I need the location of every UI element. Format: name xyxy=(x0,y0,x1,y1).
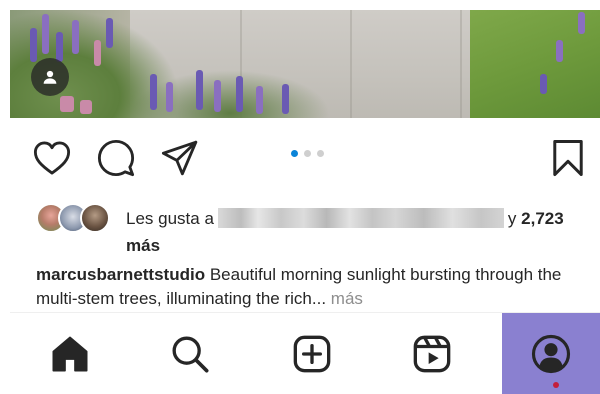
post-photo[interactable] xyxy=(10,10,600,118)
photo-flower xyxy=(42,14,49,54)
photo-flower xyxy=(72,20,79,54)
carousel-dot xyxy=(317,150,324,157)
comment-icon xyxy=(97,139,135,177)
photo-detail xyxy=(460,10,462,118)
person-icon xyxy=(43,70,57,84)
carousel-dot xyxy=(304,150,311,157)
photo-flower xyxy=(80,100,92,114)
photo-flower xyxy=(94,40,101,66)
photo-flower xyxy=(540,74,547,94)
post-caption: marcusbarnettstudio Beautiful morning su… xyxy=(36,263,596,311)
liker-avatars[interactable] xyxy=(36,203,116,235)
likes-summary[interactable]: Les gusta a y 2,723 xyxy=(126,208,564,230)
photo-flower xyxy=(196,70,203,110)
carousel-indicator xyxy=(291,150,324,157)
comment-button[interactable] xyxy=(96,138,136,178)
avatar xyxy=(80,203,110,233)
post-frame: Les gusta a y 2,723 más marcusbarnettstud… xyxy=(10,10,600,394)
search-icon xyxy=(172,336,209,373)
likes-prefix: Les gusta a xyxy=(126,209,214,228)
tab-home[interactable] xyxy=(20,313,120,394)
photo-flower xyxy=(214,80,221,112)
send-icon xyxy=(161,140,198,176)
like-button[interactable] xyxy=(32,138,72,178)
tab-create[interactable] xyxy=(262,313,362,394)
tagged-people-button[interactable] xyxy=(31,58,69,96)
add-post-icon xyxy=(293,335,331,373)
heart-icon xyxy=(33,141,71,175)
photo-plants xyxy=(130,70,330,118)
photo-flower xyxy=(56,32,63,62)
photo-flower xyxy=(30,28,37,62)
photo-flower xyxy=(60,96,74,112)
photo-detail xyxy=(350,10,352,118)
notification-dot xyxy=(553,382,559,388)
redacted-usernames xyxy=(217,208,504,228)
likes-count: 2,723 xyxy=(521,209,564,228)
tab-profile[interactable] xyxy=(502,313,600,394)
likes-row: Les gusta a y 2,723 más xyxy=(34,202,594,260)
home-icon xyxy=(52,336,88,372)
profile-avatar-icon xyxy=(531,334,571,374)
share-button[interactable] xyxy=(160,138,200,178)
photo-flower xyxy=(256,86,263,114)
photo-flower xyxy=(282,84,289,114)
bookmark-icon xyxy=(553,139,583,177)
photo-flower xyxy=(166,82,173,112)
photo-flower xyxy=(556,40,563,62)
photo-flower xyxy=(150,74,157,110)
save-button[interactable] xyxy=(548,138,588,178)
bottom-tab-bar xyxy=(10,312,600,394)
tab-search[interactable] xyxy=(140,313,240,394)
caption-more-link[interactable]: más xyxy=(331,289,363,308)
carousel-dot-active xyxy=(291,150,298,157)
tab-reels[interactable] xyxy=(382,313,482,394)
photo-flower xyxy=(236,76,243,112)
likes-more[interactable]: más xyxy=(126,236,160,256)
likes-connector: y xyxy=(507,209,517,228)
caption-username[interactable]: marcusbarnettstudio xyxy=(36,265,205,284)
photo-flower xyxy=(578,12,585,34)
reels-icon xyxy=(413,335,451,373)
photo-flower xyxy=(106,18,113,48)
